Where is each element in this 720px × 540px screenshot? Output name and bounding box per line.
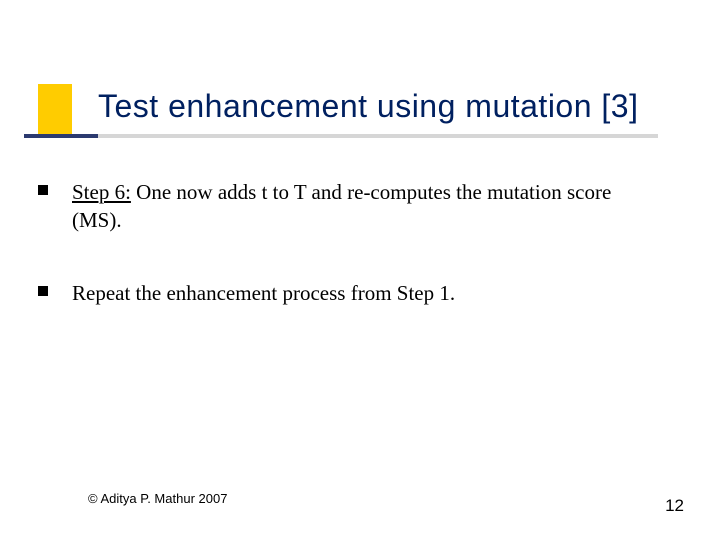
list-item: Repeat the enhancement process from Step… <box>38 279 660 307</box>
bullet-body: Repeat the enhancement process from Step… <box>72 281 455 305</box>
title-underline-light <box>98 134 658 138</box>
bullet-icon <box>38 185 48 195</box>
page-number: 12 <box>665 496 684 516</box>
title-underline-dark <box>24 134 98 138</box>
bullet-text: Step 6: One now adds t to T and re-compu… <box>72 178 660 235</box>
slide-title: Test enhancement using mutation [3] <box>98 88 638 125</box>
bullet-icon <box>38 286 48 296</box>
bullet-body: One now adds t to T and re-computes the … <box>72 180 611 232</box>
accent-block <box>38 84 72 136</box>
copyright-text: © Aditya P. Mathur 2007 <box>88 491 227 506</box>
bullet-list: Step 6: One now adds t to T and re-compu… <box>38 178 660 351</box>
bullet-text: Repeat the enhancement process from Step… <box>72 279 660 307</box>
bullet-lead: Step 6: <box>72 180 131 204</box>
list-item: Step 6: One now adds t to T and re-compu… <box>38 178 660 235</box>
slide: Test enhancement using mutation [3] Step… <box>0 0 720 540</box>
